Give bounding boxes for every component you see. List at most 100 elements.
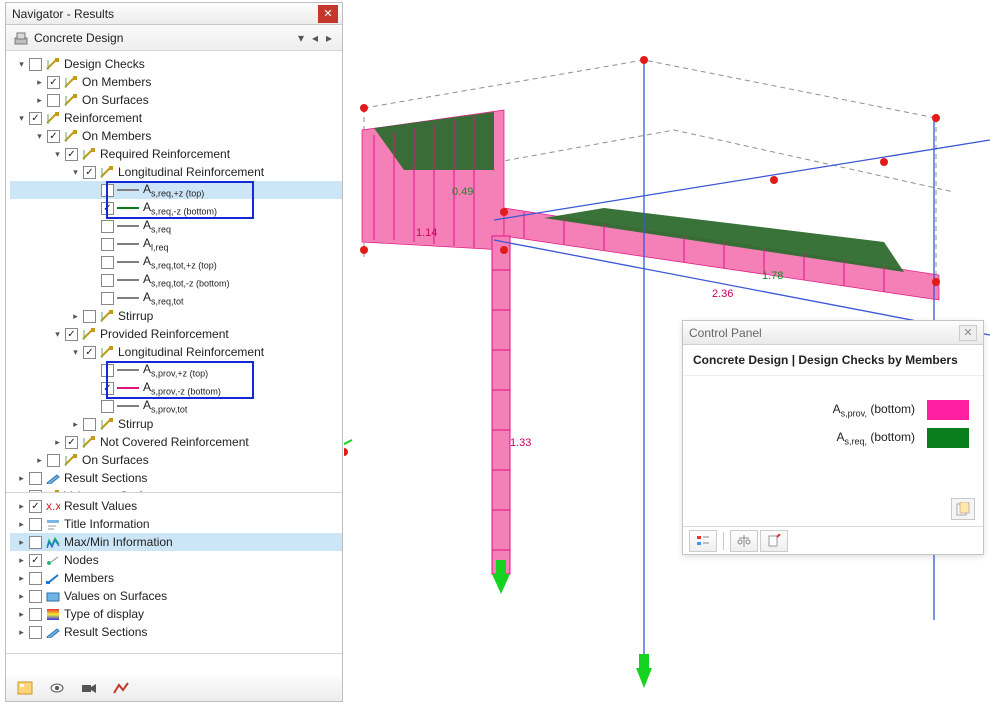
collapse-icon[interactable]: ▾ bbox=[34, 131, 45, 142]
checkbox[interactable] bbox=[29, 572, 42, 585]
collapse-icon[interactable]: ▾ bbox=[52, 149, 63, 160]
tree-item[interactable]: ▸Stirrup bbox=[10, 415, 342, 433]
checkbox[interactable] bbox=[101, 256, 114, 269]
expand-icon[interactable]: ▸ bbox=[16, 573, 27, 584]
tree-item[interactable]: ▸Values on Surfaces bbox=[10, 587, 342, 605]
tree-item[interactable]: As,req,-z (bottom) bbox=[10, 199, 342, 217]
checkbox[interactable] bbox=[83, 418, 96, 431]
collapse-icon[interactable]: ▾ bbox=[70, 167, 81, 178]
tree-item[interactable]: ▾On Members bbox=[10, 127, 342, 145]
tree-item[interactable]: As,req bbox=[10, 217, 342, 235]
prev-arrow-icon[interactable]: ◂ bbox=[308, 31, 322, 45]
expand-icon[interactable]: ▸ bbox=[16, 609, 27, 620]
tree-item[interactable]: ▸Max/Min Information bbox=[10, 533, 342, 551]
checkbox[interactable] bbox=[83, 346, 96, 359]
expand-icon[interactable]: ▸ bbox=[70, 419, 81, 430]
tree-item[interactable]: ▸Not Covered Reinforcement bbox=[10, 433, 342, 451]
tree-item[interactable]: ▸Nodes bbox=[10, 551, 342, 569]
expand-icon[interactable]: ▸ bbox=[16, 501, 27, 512]
checkbox[interactable] bbox=[101, 274, 114, 287]
tree-item[interactable]: ▾Reinforcement bbox=[10, 109, 342, 127]
checkbox[interactable] bbox=[65, 148, 78, 161]
collapse-icon[interactable]: ▾ bbox=[52, 329, 63, 340]
tree-item[interactable]: As,prov,-z (bottom) bbox=[10, 379, 342, 397]
navigator-lower-tree[interactable]: ▸x.xxResult Values▸Title Information▸Max… bbox=[6, 493, 342, 654]
expand-icon[interactable]: ▸ bbox=[34, 455, 45, 466]
expand-icon[interactable]: ▸ bbox=[70, 311, 81, 322]
checkbox[interactable] bbox=[29, 58, 42, 71]
checkbox[interactable] bbox=[29, 590, 42, 603]
expand-icon[interactable]: ▸ bbox=[16, 537, 27, 548]
expand-icon[interactable]: ▸ bbox=[16, 591, 27, 602]
tree-item[interactable]: ▸Title Information bbox=[10, 515, 342, 533]
navigator-tree[interactable]: ▾Design Checks▸On Members▸On Surfaces▾Re… bbox=[6, 51, 342, 493]
views-button[interactable] bbox=[14, 678, 36, 698]
close-button[interactable]: ✕ bbox=[318, 5, 338, 23]
close-button[interactable]: ✕ bbox=[959, 325, 977, 341]
tree-item[interactable]: ▸Result Sections bbox=[10, 469, 342, 487]
tree-item[interactable]: ▸Members bbox=[10, 569, 342, 587]
tree-item[interactable]: ▾Longitudinal Reinforcement bbox=[10, 343, 342, 361]
visibility-button[interactable] bbox=[46, 678, 68, 698]
collapse-icon[interactable]: ▾ bbox=[70, 347, 81, 358]
checkbox[interactable] bbox=[47, 94, 60, 107]
checkbox[interactable] bbox=[83, 166, 96, 179]
checkbox[interactable] bbox=[29, 112, 42, 125]
tree-item[interactable]: As,prov,+z (top) bbox=[10, 361, 342, 379]
expand-icon[interactable]: ▸ bbox=[34, 95, 45, 106]
tree-item[interactable]: As,req,tot,-z (bottom) bbox=[10, 271, 342, 289]
checkbox[interactable] bbox=[101, 382, 114, 395]
checkbox[interactable] bbox=[101, 238, 114, 251]
tree-item[interactable]: ▾Longitudinal Reinforcement bbox=[10, 163, 342, 181]
edit-button[interactable] bbox=[760, 530, 788, 552]
tree-item[interactable]: ▸Stirrup bbox=[10, 307, 342, 325]
results-button[interactable] bbox=[110, 678, 132, 698]
checkbox[interactable] bbox=[83, 310, 96, 323]
checkbox[interactable] bbox=[65, 436, 78, 449]
navigator-selector[interactable]: Concrete Design ▾ ◂ ▸ bbox=[6, 25, 342, 51]
checkbox[interactable] bbox=[101, 220, 114, 233]
expand-icon[interactable]: ▸ bbox=[16, 627, 27, 638]
tree-item[interactable]: ▸On Members bbox=[10, 73, 342, 91]
expand-icon[interactable]: ▸ bbox=[16, 519, 27, 530]
checkbox[interactable] bbox=[65, 328, 78, 341]
checkbox[interactable] bbox=[101, 364, 114, 377]
tree-item[interactable]: Al,req bbox=[10, 235, 342, 253]
legend-toggle-button[interactable] bbox=[689, 530, 717, 552]
pager-button[interactable] bbox=[951, 498, 975, 520]
checkbox[interactable] bbox=[101, 184, 114, 197]
checkbox[interactable] bbox=[47, 76, 60, 89]
tree-item[interactable]: ▸On Surfaces bbox=[10, 451, 342, 469]
next-arrow-icon[interactable]: ▸ bbox=[322, 31, 336, 45]
balance-button[interactable] bbox=[730, 530, 758, 552]
expand-icon[interactable]: ▸ bbox=[16, 473, 27, 484]
collapse-icon[interactable]: ▾ bbox=[16, 113, 27, 124]
tree-item[interactable]: ▸On Surfaces bbox=[10, 91, 342, 109]
checkbox[interactable] bbox=[29, 554, 42, 567]
collapse-icon[interactable]: ▾ bbox=[16, 59, 27, 70]
tree-item[interactable]: ▾Required Reinforcement bbox=[10, 145, 342, 163]
checkbox[interactable] bbox=[47, 130, 60, 143]
checkbox[interactable] bbox=[29, 626, 42, 639]
checkbox[interactable] bbox=[29, 500, 42, 513]
tree-item[interactable]: ▸Result Sections bbox=[10, 623, 342, 641]
checkbox[interactable] bbox=[101, 292, 114, 305]
camera-button[interactable] bbox=[78, 678, 100, 698]
tree-item[interactable]: As,req,tot bbox=[10, 289, 342, 307]
tree-item[interactable]: ▸Type of display bbox=[10, 605, 342, 623]
tree-item[interactable]: As,req,+z (top) bbox=[10, 181, 342, 199]
expand-icon[interactable]: ▸ bbox=[16, 555, 27, 566]
tree-item[interactable]: As,prov,tot bbox=[10, 397, 342, 415]
tree-item[interactable]: ▾Design Checks bbox=[10, 55, 342, 73]
checkbox[interactable] bbox=[29, 518, 42, 531]
chevron-down-icon[interactable]: ▾ bbox=[294, 31, 308, 45]
checkbox[interactable] bbox=[101, 202, 114, 215]
checkbox[interactable] bbox=[29, 608, 42, 621]
checkbox[interactable] bbox=[47, 454, 60, 467]
checkbox[interactable] bbox=[29, 472, 42, 485]
checkbox[interactable] bbox=[101, 400, 114, 413]
checkbox[interactable] bbox=[29, 536, 42, 549]
tree-item[interactable]: ▾Provided Reinforcement bbox=[10, 325, 342, 343]
expand-icon[interactable]: ▸ bbox=[52, 437, 63, 448]
expand-icon[interactable]: ▸ bbox=[34, 77, 45, 88]
